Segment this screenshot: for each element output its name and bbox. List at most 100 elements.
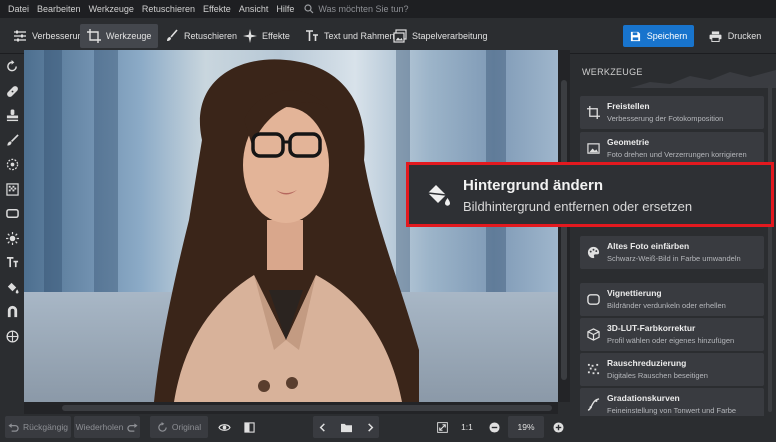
sun-icon — [5, 231, 19, 245]
crop-icon — [87, 29, 101, 43]
tab-retuschieren[interactable]: Retuschieren — [158, 24, 244, 48]
brush-tool[interactable] — [4, 132, 20, 148]
chevron-right-icon[interactable] — [365, 422, 376, 433]
radial-tool[interactable] — [4, 156, 20, 172]
print-label: Drucken — [727, 31, 762, 41]
tools-panel: WERKZEUGE Freistellen Verbesserung der F… — [570, 54, 776, 421]
bandage-icon — [6, 85, 18, 97]
text-icon — [6, 256, 18, 267]
fit-screen-icon — [436, 421, 448, 433]
scroll-thumb[interactable] — [561, 80, 567, 380]
tool-card-vignettierung[interactable]: Vignettierung Bildränder verdunkeln oder… — [580, 283, 764, 316]
stamp-icon — [6, 108, 18, 121]
menu-hilfe[interactable]: Hilfe — [272, 4, 298, 14]
tab-label: Werkzeuge — [106, 31, 152, 41]
tab-label: Effekte — [262, 31, 290, 41]
gradient-tool[interactable] — [4, 181, 20, 197]
menu-retuschieren[interactable]: Retuschieren — [138, 4, 199, 14]
light-tool[interactable] — [4, 230, 20, 246]
tool-card-3d-lut-farbkorrektur[interactable]: 3D-LUT-Farbkorrektur Profil wählen oder … — [580, 318, 764, 351]
photo-navigator — [313, 416, 379, 438]
tool-subtitle: Schwarz-Weiß-Bild in Farbe umwandeln — [607, 254, 741, 263]
search-icon — [304, 4, 314, 14]
redo-label: Wiederholen — [75, 422, 124, 432]
canvas-horizontal-scrollbar[interactable] — [24, 402, 558, 414]
search-placeholder: Was möchten Sie tun? — [318, 4, 409, 14]
panel-scrollbar[interactable] — [768, 84, 772, 412]
sliders-icon — [14, 30, 26, 42]
menu-ansicht[interactable]: Ansicht — [235, 4, 273, 14]
preview-toggle[interactable] — [214, 416, 234, 438]
tab-effekte[interactable]: Effekte — [236, 24, 297, 48]
globe-tool[interactable] — [4, 328, 20, 344]
tool-title: Rauschreduzierung — [607, 358, 687, 368]
original-label: Original — [171, 422, 202, 432]
printer-icon — [709, 30, 722, 42]
compare-toggle[interactable] — [239, 416, 259, 438]
undo-label: Rückgängig — [23, 422, 68, 432]
print-button[interactable]: Drucken — [700, 25, 770, 47]
cube-icon — [587, 328, 600, 341]
actual-size-button[interactable]: 1:1 — [456, 416, 478, 438]
rotate-icon — [6, 59, 17, 71]
rotate-tool[interactable] — [4, 58, 20, 74]
menu-bearbeiten[interactable]: Bearbeiten — [33, 4, 85, 14]
fit-screen-button[interactable] — [432, 416, 452, 438]
original-button[interactable]: Original — [150, 416, 208, 438]
tool-card-freistellen[interactable]: Freistellen Verbesserung der Fotokomposi… — [580, 96, 764, 129]
tool-subtitle: Digitales Rauschen beseitigen — [607, 371, 708, 380]
callout-title: Hintergrund ändern — [463, 177, 604, 194]
menu-werkzeuge[interactable]: Werkzeuge — [85, 4, 138, 14]
brush-icon — [6, 133, 19, 146]
tool-subtitle: Bildränder verdunkeln oder erhellen — [607, 301, 726, 310]
highlighted-tool-hintergrund-aendern[interactable]: Hintergrund ändern Bildhintergrund entfe… — [406, 162, 774, 227]
tool-title: 3D-LUT-Farbkorrektur — [607, 323, 696, 333]
tab-stapelverarbeitung[interactable]: Stapelverarbeitung — [386, 24, 495, 48]
text-tool[interactable] — [4, 254, 20, 270]
bucket-icon — [7, 282, 19, 294]
floppy-icon — [630, 31, 640, 41]
vignette-icon — [587, 294, 600, 305]
background-tool[interactable] — [4, 279, 20, 295]
save-button[interactable]: Speichern — [623, 25, 694, 47]
zoom-in-button[interactable] — [548, 416, 568, 438]
bucket-icon — [427, 185, 450, 206]
chevron-left-icon[interactable] — [317, 422, 328, 433]
zoom-value: 19% — [517, 422, 535, 432]
undo-button[interactable]: Rückgängig — [5, 416, 71, 438]
minus-icon — [488, 421, 500, 433]
tool-subtitle: Feineinstellung von Tonwert und Farbe — [607, 406, 737, 415]
stamp-tool[interactable] — [4, 107, 20, 123]
eye-icon — [217, 423, 231, 431]
tool-subtitle: Foto drehen und Verzerrungen korrigieren — [607, 150, 747, 159]
frame-icon — [5, 208, 19, 218]
zoom-out-button[interactable] — [484, 416, 504, 438]
image-icon — [587, 143, 600, 154]
menu-bar: Datei Bearbeiten Werkzeuge Retuschieren … — [0, 0, 776, 18]
tool-title: Gradationskurven — [607, 393, 680, 403]
gradient-icon — [5, 182, 19, 196]
magnet-tool[interactable] — [4, 303, 20, 319]
command-search[interactable]: Was möchten Sie tun? — [304, 4, 409, 14]
tool-card-altes-foto-einfaerben[interactable]: Altes Foto einfärben Schwarz-Weiß-Bild i… — [580, 236, 764, 269]
tool-card-rauschreduzierung[interactable]: Rauschreduzierung Digitales Rauschen bes… — [580, 353, 764, 386]
reset-icon — [158, 421, 167, 432]
brush-icon — [167, 29, 178, 41]
redo-button[interactable]: Wiederholen — [74, 416, 140, 438]
left-tool-strip — [0, 54, 24, 416]
frame-tool[interactable] — [4, 205, 20, 221]
globe-icon — [5, 329, 19, 343]
noise-icon — [587, 363, 600, 375]
radial-icon — [6, 158, 18, 170]
menu-datei[interactable]: Datei — [4, 4, 33, 14]
menu-effekte[interactable]: Effekte — [199, 4, 235, 14]
tab-werkzeuge[interactable]: Werkzeuge — [80, 24, 159, 48]
tool-title: Freistellen — [607, 101, 650, 111]
batch-icon — [393, 29, 407, 43]
folder-icon[interactable] — [340, 422, 353, 433]
zoom-value-field[interactable]: 19% — [508, 416, 544, 438]
text-icon — [306, 30, 318, 41]
tool-card-geometrie[interactable]: Geometrie Foto drehen und Verzerrungen k… — [580, 132, 764, 165]
scroll-thumb[interactable] — [62, 405, 552, 411]
heal-tool[interactable] — [4, 83, 20, 99]
